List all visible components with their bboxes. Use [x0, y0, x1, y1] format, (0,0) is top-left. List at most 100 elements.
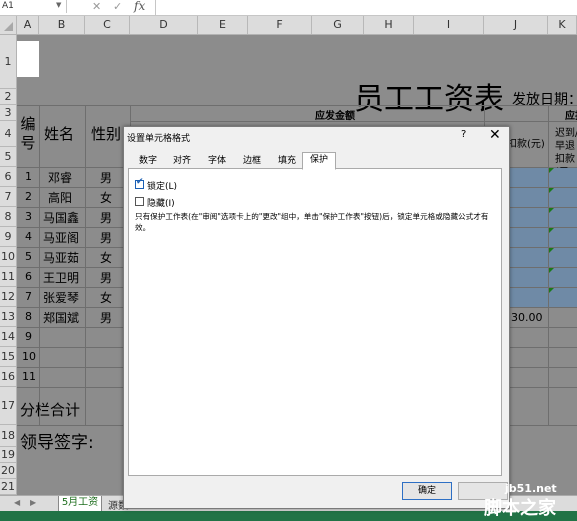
error-indicator-icon	[549, 188, 554, 193]
employee-no: 5	[25, 250, 32, 263]
locked-label: 锁定(L)	[147, 182, 178, 192]
row-header-11[interactable]: 11	[0, 267, 16, 287]
row-header-2[interactable]: 2	[0, 89, 16, 105]
subtotal-label: 分栏合计	[20, 401, 81, 419]
formula-bar: A1 ▼ ✕ ✓ fx	[0, 0, 577, 16]
employee-gender: 男	[100, 211, 113, 225]
issue-date-label: 发放日期：	[512, 92, 577, 108]
column-header-d[interactable]: D	[130, 16, 198, 34]
column-header-e[interactable]: E	[198, 16, 248, 34]
employee-no: 4	[25, 230, 32, 243]
name-box-dropdown-icon[interactable]: ▼	[56, 1, 61, 9]
error-indicator-icon	[549, 248, 554, 253]
should-deduct-header: 应扣	[565, 111, 577, 122]
column-header-b[interactable]: B	[39, 16, 85, 34]
employee-name: 高阳	[48, 191, 73, 205]
cancel-icon[interactable]: ✕	[92, 0, 101, 14]
employee-gender: 男	[100, 171, 113, 185]
enter-icon[interactable]: ✓	[113, 0, 122, 14]
tab-scroll-left-icon[interactable]: ◀	[14, 498, 20, 507]
gridline	[17, 105, 577, 106]
employee-gender: 女	[100, 291, 113, 305]
watermark-brand: 脚本之家	[484, 498, 556, 519]
row-header-9[interactable]: 9	[0, 227, 16, 247]
close-button[interactable]: ✕	[489, 127, 501, 143]
column-header-g[interactable]: G	[312, 16, 364, 34]
ok-button[interactable]: 确定	[402, 482, 452, 500]
hidden-label: 隐藏(I)	[147, 199, 175, 209]
locked-checkbox[interactable]: ✔	[135, 177, 144, 189]
employee-name: 郑国斌	[43, 311, 80, 325]
error-indicator-icon	[549, 208, 554, 213]
gridline	[39, 105, 40, 425]
column-header-j[interactable]: J	[484, 16, 548, 34]
employee-name: 王卫明	[43, 271, 80, 285]
tab-fill[interactable]: 填充	[270, 153, 304, 169]
amount-value: 30.00	[511, 311, 543, 324]
employee-gender: 男	[100, 271, 113, 285]
row-header-21[interactable]: 21	[0, 479, 16, 495]
col-header-deduct: 扣款(元)	[507, 139, 545, 150]
row-header-5[interactable]: 5	[0, 147, 16, 167]
sheet-title: 员工工资表	[354, 82, 504, 117]
column-header-f[interactable]: F	[248, 16, 312, 34]
row-header-20[interactable]: 20	[0, 463, 16, 479]
column-header-h[interactable]: H	[364, 16, 414, 34]
row-header-8[interactable]: 8	[0, 207, 16, 227]
row-header-4[interactable]: 4	[0, 121, 16, 147]
tab-font[interactable]: 字体	[200, 153, 234, 169]
row-header-16[interactable]: 16	[0, 367, 16, 387]
row-header-12[interactable]: 12	[0, 287, 16, 307]
leader-sign-label: 领导签字:	[20, 433, 94, 453]
column-header-c[interactable]: C	[85, 16, 130, 34]
tab-border[interactable]: 边框	[235, 153, 269, 169]
employee-no: 1	[25, 170, 32, 183]
tab-number[interactable]: 数字	[131, 153, 165, 169]
error-indicator-icon	[549, 228, 554, 233]
employee-name: 马国鑫	[43, 211, 80, 225]
cell-a1-selected[interactable]	[17, 41, 39, 77]
gridline	[85, 105, 86, 425]
row-header-3[interactable]: 3	[0, 105, 16, 121]
error-indicator-icon	[549, 268, 554, 273]
employee-no: 3	[25, 210, 32, 223]
should-pay-header: 应发金额	[315, 111, 355, 122]
protection-note-line2: 效。	[135, 223, 151, 232]
employee-no: 7	[25, 290, 32, 303]
error-indicator-icon	[549, 168, 554, 173]
col-header-name: 姓名	[44, 125, 75, 143]
hidden-checkbox[interactable]	[135, 197, 144, 206]
empty-row-no: 11	[22, 370, 36, 383]
row-header-10[interactable]: 10	[0, 247, 16, 267]
column-header-i[interactable]: I	[414, 16, 484, 34]
tab-alignment[interactable]: 对齐	[165, 153, 199, 169]
empty-row-no: 10	[22, 350, 36, 363]
sheet-tab-active[interactable]: 5月工资	[58, 496, 102, 512]
row-header-14[interactable]: 14	[0, 327, 16, 347]
employee-gender: 女	[100, 251, 113, 265]
tab-protection[interactable]: 保护	[302, 152, 337, 170]
check-icon: ✔	[136, 177, 144, 187]
row-header-15[interactable]: 15	[0, 347, 16, 367]
employee-name: 马亚茹	[43, 251, 80, 265]
row-header-17[interactable]: 17	[0, 387, 16, 425]
insert-function-icon[interactable]: fx	[134, 0, 145, 13]
column-header-k[interactable]: K	[548, 16, 577, 34]
row-header-19[interactable]: 19	[0, 447, 16, 463]
employee-gender: 男	[100, 311, 113, 325]
tab-scroll-right-icon[interactable]: ▶	[30, 498, 36, 507]
row-header-13[interactable]: 13	[0, 307, 16, 327]
column-header: A B C D E F G H I J K	[0, 16, 577, 35]
row-header-18[interactable]: 18	[0, 425, 16, 447]
employee-gender: 男	[100, 231, 113, 245]
employee-name: 邓睿	[48, 171, 73, 185]
employee-gender: 女	[100, 191, 113, 205]
row-header-6[interactable]: 6	[0, 167, 16, 187]
employee-no: 6	[25, 270, 32, 283]
dialog-title: 设置单元格格式	[127, 134, 191, 144]
help-button[interactable]: ?	[461, 129, 466, 140]
row-header-1[interactable]: 1	[0, 35, 16, 89]
row-header-7[interactable]: 7	[0, 187, 16, 207]
column-header-a[interactable]: A	[17, 16, 39, 34]
select-all-corner[interactable]	[0, 16, 17, 34]
